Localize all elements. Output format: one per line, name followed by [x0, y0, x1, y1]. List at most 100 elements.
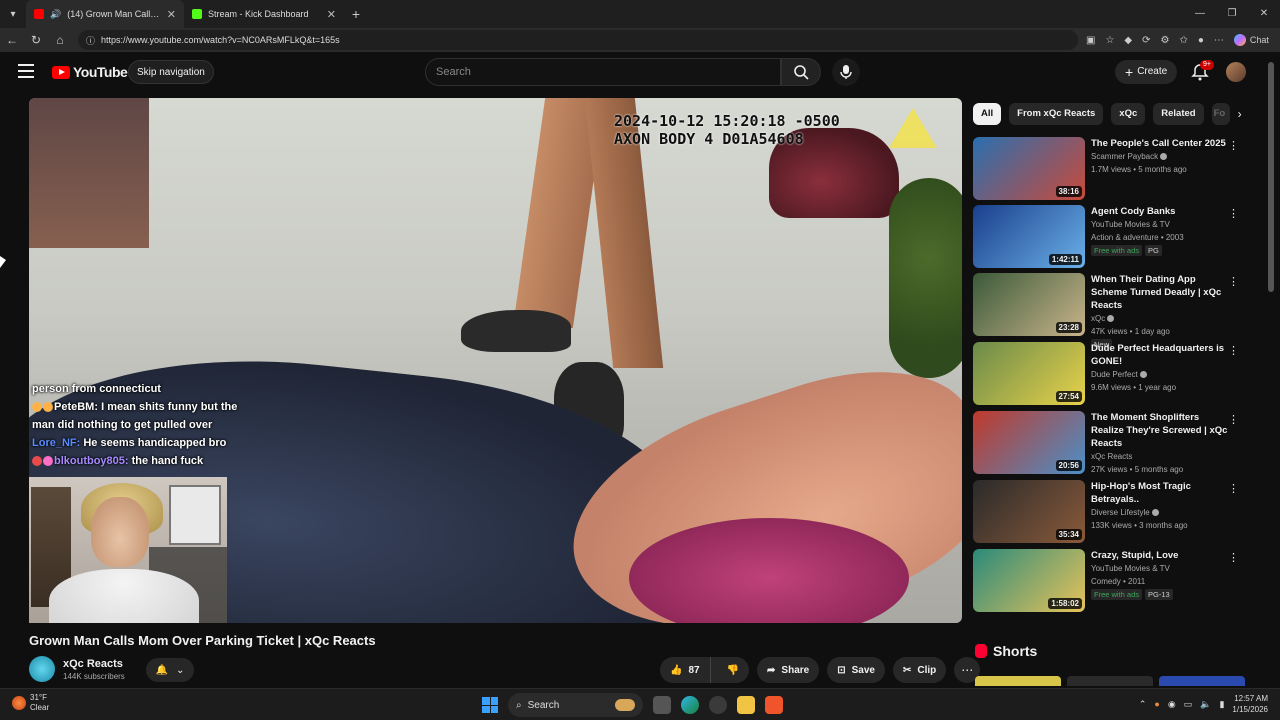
- create-button[interactable]: + Create: [1115, 60, 1178, 84]
- video-title[interactable]: Hip-Hop's Most Tragic Betrayals..: [1091, 480, 1231, 506]
- youtube-logo[interactable]: YouTube: [52, 64, 128, 80]
- subscription-notifications-button[interactable]: 🔔 ⌄: [146, 658, 194, 682]
- task-view-icon[interactable]: [653, 696, 671, 714]
- recommendation-item[interactable]: 1:42:11 Agent Cody Banks YouTube Movies …: [973, 205, 1253, 269]
- edge-browser-icon[interactable]: [681, 696, 699, 714]
- taskbar-search[interactable]: ⌕ Search: [508, 693, 643, 717]
- file-explorer-icon[interactable]: [737, 696, 755, 714]
- app-available-icon[interactable]: ▣: [1086, 35, 1095, 46]
- menu-dots-icon[interactable]: ⋯: [1214, 35, 1224, 46]
- chevron-up-icon[interactable]: ⌃: [1139, 699, 1147, 710]
- voice-search-button[interactable]: [832, 58, 860, 86]
- weather-widget[interactable]: 31°F Clear: [12, 693, 49, 713]
- channel-name[interactable]: YouTube Movies & TV: [1091, 564, 1170, 573]
- volume-icon[interactable]: 🔈: [1200, 699, 1211, 710]
- search-input[interactable]: Search: [425, 58, 781, 86]
- tray-app-icon[interactable]: ◉: [1168, 699, 1176, 710]
- site-info-icon[interactable]: ⓘ: [86, 34, 95, 47]
- brave-browser-icon[interactable]: [765, 696, 783, 714]
- minimize-icon[interactable]: —: [1184, 0, 1216, 28]
- close-window-icon[interactable]: ✕: [1248, 0, 1280, 28]
- restore-icon[interactable]: ❐: [1216, 0, 1248, 28]
- sync-icon[interactable]: ⟳: [1142, 35, 1150, 46]
- scrollbar-thumb[interactable]: [1268, 62, 1274, 292]
- channel-name[interactable]: YouTube Movies & TV: [1091, 220, 1170, 229]
- recommendation-item[interactable]: 23:28 When Their Dating App Scheme Turne…: [973, 273, 1253, 350]
- favorites-icon[interactable]: ✩: [1179, 35, 1187, 46]
- refresh-icon[interactable]: ↻: [24, 33, 48, 47]
- close-tab-icon[interactable]: ✕: [327, 8, 336, 21]
- more-options-icon[interactable]: ⋮: [1228, 413, 1239, 426]
- channel-name[interactable]: xQc Reacts: [1091, 452, 1132, 461]
- chip-from-channel[interactable]: From xQc Reacts: [1009, 103, 1104, 125]
- channel-name[interactable]: Diverse Lifestyle: [1091, 508, 1150, 517]
- clock[interactable]: 12:57 AM 1/15/2026: [1232, 693, 1268, 715]
- more-options-icon[interactable]: ⋮: [1228, 275, 1239, 288]
- channel-name[interactable]: Dude Perfect: [1091, 370, 1138, 379]
- video-title[interactable]: Dude Perfect Headquarters is GONE!: [1091, 342, 1231, 368]
- chip-all[interactable]: All: [973, 103, 1002, 125]
- recommendation-item[interactable]: 38:16 The People's Call Center 2025 Scam…: [973, 137, 1253, 201]
- share-button[interactable]: ➦ Share: [757, 657, 820, 683]
- chip-partial[interactable]: Fo: [1211, 103, 1230, 125]
- chip-xqc[interactable]: xQc: [1111, 103, 1146, 125]
- channel-name[interactable]: xQc: [1091, 314, 1105, 323]
- recommendation-item[interactable]: 35:34 Hip-Hop's Most Tragic Betrayals.. …: [973, 480, 1253, 544]
- video-title[interactable]: The People's Call Center 2025: [1091, 137, 1231, 150]
- battery-icon[interactable]: ▮: [1219, 699, 1224, 710]
- copilot-button[interactable]: Chat: [1233, 34, 1269, 46]
- url-field[interactable]: ⓘ https://www.youtube.com/watch?v=NC0ARs…: [78, 30, 1078, 50]
- like-button[interactable]: 👍 87: [660, 657, 711, 683]
- video-thumbnail[interactable]: 38:16: [973, 137, 1085, 200]
- short-thumbnail[interactable]: [1159, 676, 1245, 686]
- video-title[interactable]: Crazy, Stupid, Love: [1091, 549, 1231, 562]
- video-thumbnail[interactable]: 27:54: [973, 342, 1085, 405]
- video-thumbnail[interactable]: 1:58:02: [973, 549, 1085, 612]
- chip-related[interactable]: Related: [1153, 103, 1204, 125]
- profile-icon[interactable]: ●: [1198, 35, 1204, 46]
- tray-app-icon[interactable]: ●: [1154, 699, 1159, 709]
- close-tab-icon[interactable]: ✕: [167, 8, 176, 21]
- video-thumbnail[interactable]: 23:28: [973, 273, 1085, 336]
- network-icon[interactable]: ▭: [1184, 699, 1193, 710]
- back-icon[interactable]: ←: [0, 33, 24, 47]
- shorts-thumbnails[interactable]: [975, 676, 1245, 686]
- short-thumbnail[interactable]: [975, 676, 1061, 686]
- clip-button[interactable]: ✂ Clip: [892, 657, 947, 683]
- video-thumbnail[interactable]: 35:34: [973, 480, 1085, 543]
- favorite-star-icon[interactable]: ☆: [1105, 35, 1114, 46]
- save-button[interactable]: ⊡ Save: [827, 657, 885, 683]
- recommendation-item[interactable]: 20:56 The Moment Shoplifters Realize The…: [973, 411, 1253, 475]
- video-title[interactable]: The Moment Shoplifters Realize They're S…: [1091, 411, 1231, 450]
- tab-youtube[interactable]: 🔊 (14) Grown Man Calls Mom O ✕: [26, 0, 184, 28]
- channel-name[interactable]: Scammer Payback: [1091, 152, 1158, 161]
- app-icon[interactable]: [709, 696, 727, 714]
- search-button[interactable]: [781, 58, 821, 86]
- channel-info[interactable]: xQc Reacts 144K subscribers: [29, 656, 125, 682]
- more-options-icon[interactable]: ⋮: [1228, 207, 1239, 220]
- more-options-icon[interactable]: ⋮: [1228, 344, 1239, 357]
- hamburger-menu-icon[interactable]: [18, 64, 34, 78]
- chevron-right-icon[interactable]: ›: [1238, 107, 1242, 121]
- short-thumbnail[interactable]: [1067, 676, 1153, 686]
- extension-icon[interactable]: ◆: [1124, 35, 1132, 46]
- more-options-icon[interactable]: ⋮: [1228, 139, 1239, 152]
- video-thumbnail[interactable]: 20:56: [973, 411, 1085, 474]
- channel-avatar[interactable]: [29, 656, 55, 682]
- extensions-puzzle-icon[interactable]: ⚙: [1161, 35, 1170, 46]
- tab-list-icon[interactable]: ▾: [0, 0, 26, 28]
- speaker-icon[interactable]: 🔊: [50, 9, 61, 20]
- more-options-icon[interactable]: ⋮: [1228, 482, 1239, 495]
- account-avatar[interactable]: [1226, 62, 1246, 82]
- dislike-button[interactable]: 👎: [717, 657, 749, 683]
- video-title[interactable]: Agent Cody Banks: [1091, 205, 1231, 218]
- recommendation-item[interactable]: 1:58:02 Crazy, Stupid, Love YouTube Movi…: [973, 549, 1253, 613]
- home-icon[interactable]: ⌂: [48, 33, 72, 47]
- video-thumbnail[interactable]: 1:42:11: [973, 205, 1085, 268]
- more-options-icon[interactable]: ⋮: [1228, 551, 1239, 564]
- tab-kick[interactable]: Stream - Kick Dashboard ✕: [184, 0, 344, 28]
- channel-name[interactable]: xQc Reacts: [63, 658, 125, 670]
- windows-start-icon[interactable]: [482, 697, 498, 713]
- page-scrollbar[interactable]: [1268, 52, 1276, 688]
- video-title[interactable]: When Their Dating App Scheme Turned Dead…: [1091, 273, 1231, 312]
